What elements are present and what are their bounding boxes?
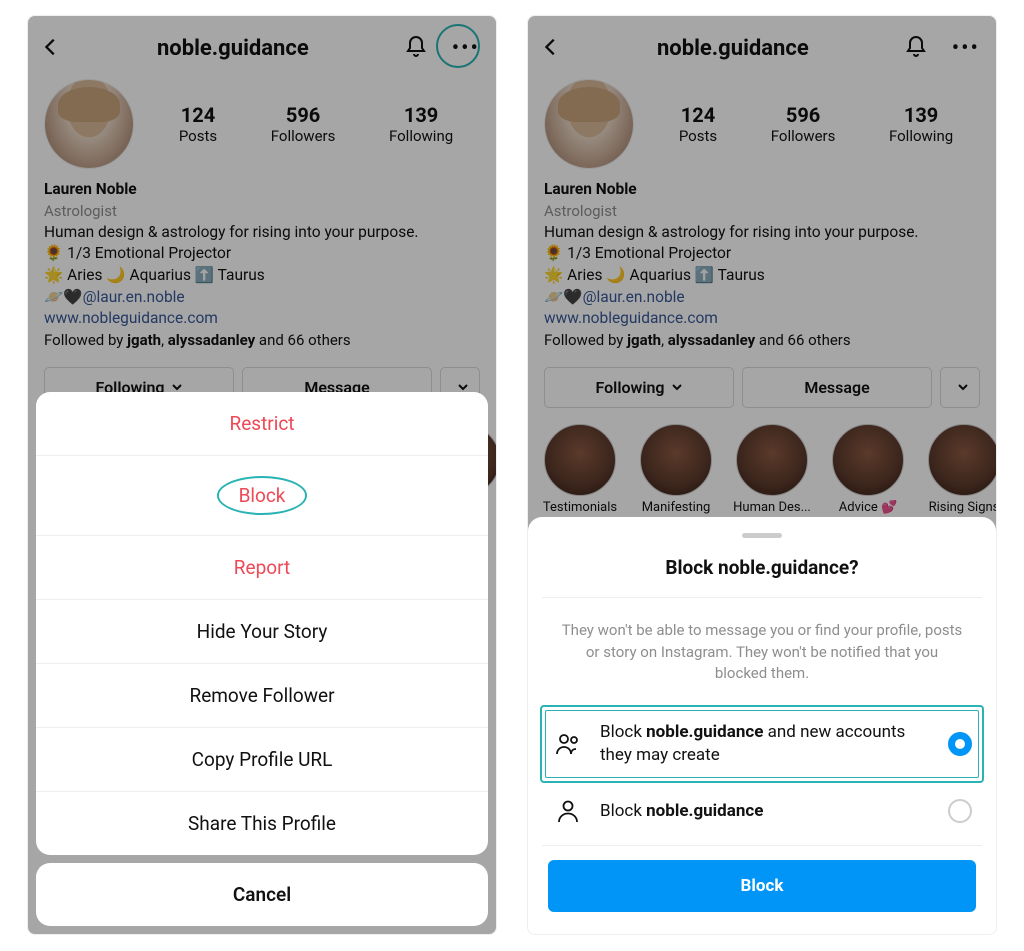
stat-following[interactable]: 139 Following <box>889 103 953 145</box>
block-option-with-future-accounts[interactable]: Block noble.guidance and new accounts th… <box>542 707 982 781</box>
more-options-icon[interactable]: ••• <box>948 34 984 63</box>
block-option[interactable]: Block <box>36 456 488 536</box>
person-icon <box>552 797 584 825</box>
phone-screenshot-right: noble.guidance ••• 124 Posts 596 Followe… <box>527 15 997 935</box>
restrict-option[interactable]: Restrict <box>36 392 488 456</box>
back-icon[interactable] <box>540 36 562 62</box>
avatar[interactable] <box>44 79 134 169</box>
followed-by-text[interactable]: Followed by jgath, alyssadanley and 66 o… <box>44 330 480 351</box>
bio-line-4: 🪐🖤@laur.en.noble <box>44 287 480 309</box>
chevron-down-icon <box>957 378 969 397</box>
notifications-icon[interactable] <box>904 35 928 63</box>
remove-follower-option[interactable]: Remove Follower <box>36 664 488 728</box>
story-highlight[interactable]: Advice 💕 <box>826 424 910 515</box>
phone-screenshot-left: noble.guidance ••• 124 Posts 596 <box>27 15 497 935</box>
hide-story-option[interactable]: Hide Your Story <box>36 600 488 664</box>
action-sheet-group: Restrict Block Report Hide Your Story Re… <box>36 392 488 855</box>
block-option-single-account[interactable]: Block noble.guidance <box>542 783 982 839</box>
block-modal-description: They won't be able to message you or fin… <box>542 620 982 705</box>
stat-followers[interactable]: 596 Followers <box>771 103 836 145</box>
profile-top: 124 Posts 596 Followers 139 Following <box>528 71 996 173</box>
stat-following-number: 139 <box>389 103 453 127</box>
stat-posts[interactable]: 124 Posts <box>179 103 217 145</box>
block-confirm-button[interactable]: Block <box>548 860 976 912</box>
stat-following-label: Following <box>389 127 453 145</box>
profile-header: noble.guidance ••• <box>528 16 996 71</box>
share-profile-option[interactable]: Share This Profile <box>36 792 488 855</box>
stat-followers[interactable]: 596 Followers <box>271 103 336 145</box>
display-name: Lauren Noble <box>44 179 480 201</box>
profile-top: 124 Posts 596 Followers 139 Following <box>28 71 496 173</box>
more-options-icon[interactable]: ••• <box>448 34 484 63</box>
profile-category: Astrologist <box>44 201 480 222</box>
stat-posts[interactable]: 124 Posts <box>679 103 717 145</box>
block-option-2-text: Block noble.guidance <box>600 800 932 823</box>
profile-website-link[interactable]: www.nobleguidance.com <box>544 308 980 330</box>
story-highlight[interactable]: Human Des... <box>730 424 814 515</box>
block-confirmation-modal: Block noble.guidance? They won't be able… <box>528 517 996 934</box>
radio-unselected-icon <box>948 799 972 823</box>
tutorial-highlight-circle <box>436 24 480 68</box>
story-highlights-row: Testimonials Manifesting Human Des... Ad… <box>528 418 996 519</box>
bio-emoji-prefix: 🪐🖤 <box>44 288 83 306</box>
report-option[interactable]: Report <box>36 536 488 600</box>
notifications-icon[interactable] <box>404 35 428 63</box>
stat-followers-label: Followers <box>271 127 336 145</box>
divider <box>542 845 982 846</box>
bio-mention-link[interactable]: @laur.en.noble <box>583 288 685 306</box>
following-button[interactable]: Following <box>544 367 734 408</box>
bio-line-1: Human design & astrology for rising into… <box>44 222 480 244</box>
radio-selected-icon <box>948 732 972 756</box>
bio-mention-link[interactable]: @laur.en.noble <box>83 288 185 306</box>
people-icon <box>552 730 584 758</box>
story-highlight[interactable]: Testimonials <box>538 424 622 515</box>
profile-action-buttons: Following Message <box>528 355 996 418</box>
stat-followers-number: 596 <box>271 103 336 127</box>
tutorial-highlight-box: Block noble.guidance and new accounts th… <box>540 705 984 783</box>
profile-username-title: noble.guidance <box>657 36 809 61</box>
followed-by-text[interactable]: Followed by jgath, alyssadanley and 66 o… <box>544 330 980 351</box>
profile-bio: Lauren Noble Astrologist Human design & … <box>528 173 996 355</box>
bio-line-3: 🌟 Aries 🌙 Aquarius ⬆️ Taurus <box>44 265 480 287</box>
suggestions-dropdown-button[interactable] <box>940 367 980 408</box>
block-option-1-text: Block noble.guidance and new accounts th… <box>600 721 932 767</box>
copy-profile-url-option[interactable]: Copy Profile URL <box>36 728 488 792</box>
profile-header: noble.guidance ••• <box>28 16 496 71</box>
stat-posts-label: Posts <box>179 127 217 145</box>
story-highlight[interactable]: Manifesting <box>634 424 718 515</box>
profile-stats: 124 Posts 596 Followers 139 Following <box>652 103 980 145</box>
profile-stats: 124 Posts 596 Followers 139 Following <box>152 103 480 145</box>
profile-bio: Lauren Noble Astrologist Human design & … <box>28 173 496 355</box>
cancel-button[interactable]: Cancel <box>36 863 488 926</box>
stat-following[interactable]: 139 Following <box>389 103 453 145</box>
back-icon[interactable] <box>40 36 62 62</box>
chevron-down-icon <box>671 378 683 397</box>
block-modal-title: Block noble.guidance? <box>542 556 982 598</box>
stat-posts-number: 124 <box>179 103 217 127</box>
tutorial-highlight-oval: Block <box>217 476 308 515</box>
story-highlight[interactable]: Rising Signs <box>922 424 996 515</box>
profile-action-sheet: Restrict Block Report Hide Your Story Re… <box>36 392 488 926</box>
message-button[interactable]: Message <box>742 367 932 408</box>
bio-line-2: 🌻 1/3 Emotional Projector <box>44 243 480 265</box>
profile-website-link[interactable]: www.nobleguidance.com <box>44 308 480 330</box>
profile-username-title: noble.guidance <box>157 36 309 61</box>
avatar[interactable] <box>544 79 634 169</box>
modal-drag-handle[interactable] <box>742 533 782 538</box>
